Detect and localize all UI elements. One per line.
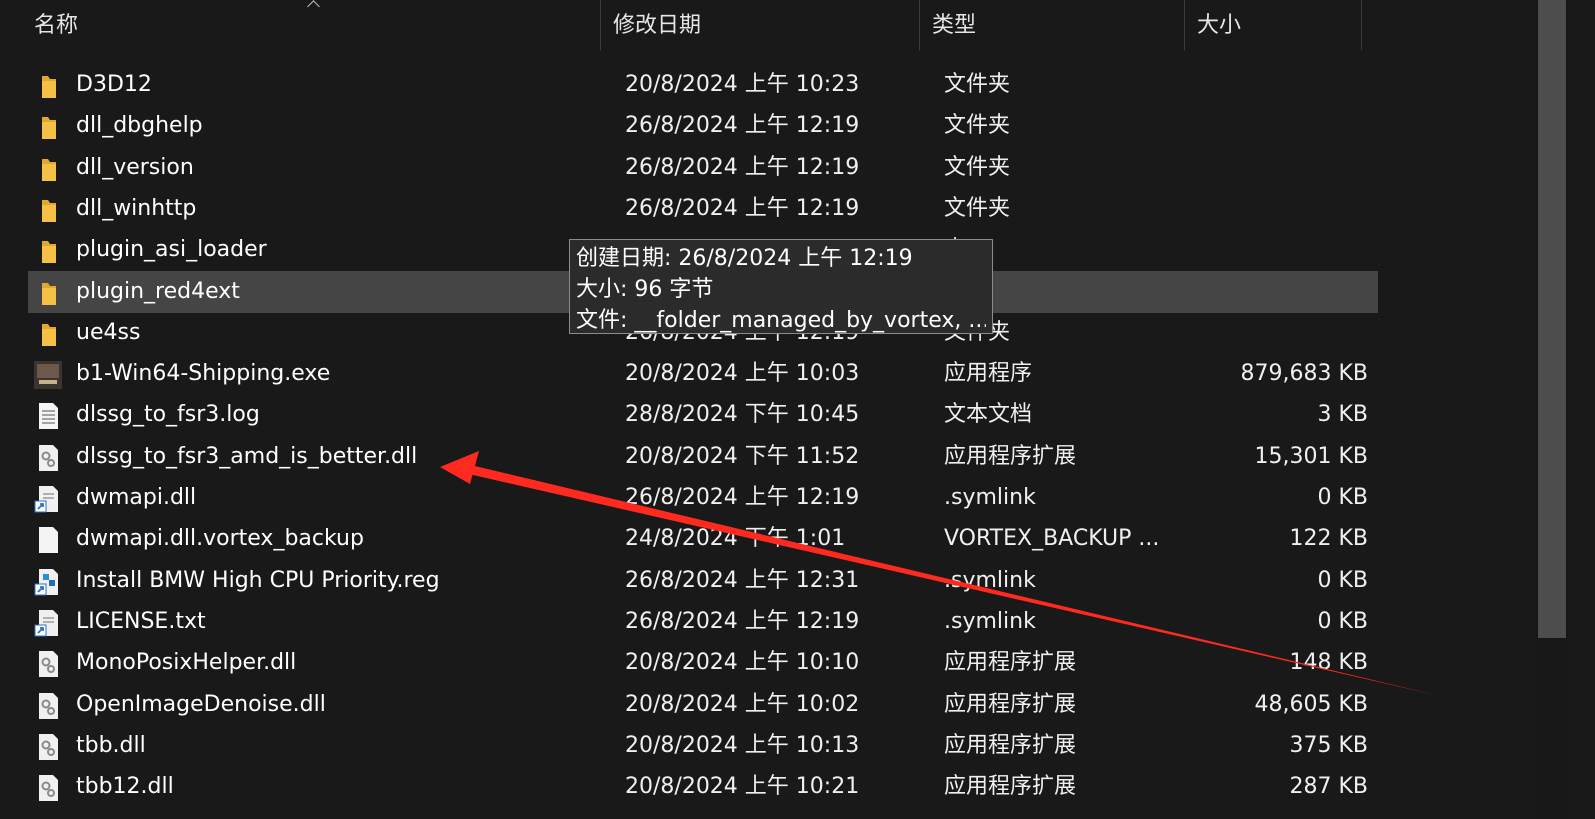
annotation-arrow [440, 451, 1440, 696]
scrollbar-thumb[interactable] [1538, 0, 1566, 638]
annotation-arrow-shaft [458, 462, 1440, 696]
annotation-arrow-head [440, 451, 479, 484]
